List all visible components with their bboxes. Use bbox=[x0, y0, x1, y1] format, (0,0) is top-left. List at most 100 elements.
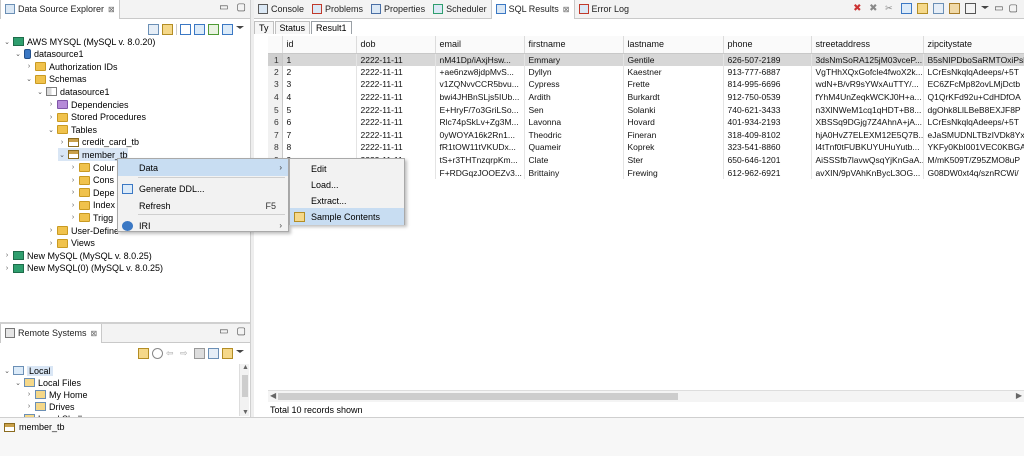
table-cell[interactable]: Burkardt bbox=[623, 90, 724, 104]
table-cell[interactable]: Koprek bbox=[623, 141, 724, 154]
menu-item-refresh[interactable]: Refresh F5 bbox=[118, 197, 288, 214]
table-cell[interactable]: 650-646-1201 bbox=[723, 153, 812, 167]
table-cell[interactable]: 7 bbox=[282, 128, 357, 142]
collapse-all-icon[interactable] bbox=[208, 347, 219, 359]
horizontal-scrollbar[interactable]: ◀ ▶ bbox=[268, 390, 1024, 402]
table-cell[interactable]: EC6ZFcMp82ovLMjDctb bbox=[923, 78, 1024, 91]
table-cell[interactable]: bwi4JHBnSLjs5IUb... bbox=[435, 90, 525, 104]
table-cell[interactable]: Quameir bbox=[524, 141, 624, 154]
tab-problems[interactable]: Problems bbox=[308, 0, 367, 19]
link-editor-icon[interactable] bbox=[222, 347, 233, 359]
table-cell[interactable]: +ae6nzw8jdpMvS... bbox=[435, 65, 525, 79]
table-cell[interactable]: 2222-11-11 bbox=[356, 90, 436, 104]
chevron-down-icon[interactable]: ⌄ bbox=[47, 126, 55, 134]
tab-properties[interactable]: Properties bbox=[367, 0, 429, 19]
table-cell[interactable]: Frette bbox=[623, 78, 724, 91]
chevron-right-icon[interactable]: › bbox=[58, 139, 66, 146]
column-header-lastname[interactable]: lastname bbox=[623, 36, 724, 54]
table-cell[interactable]: Gentile bbox=[623, 53, 724, 66]
submenu-item-extract[interactable]: Extract... bbox=[290, 192, 404, 209]
table-cell[interactable]: nM41Dp/iAxjHsw... bbox=[435, 53, 525, 66]
chevron-down-icon[interactable]: ⌄ bbox=[58, 151, 66, 159]
table-cell[interactable]: Solanki bbox=[623, 103, 724, 116]
view-menu-icon[interactable] bbox=[236, 350, 244, 356]
refresh-icon[interactable] bbox=[152, 347, 163, 359]
table-cell[interactable]: VgTHhXQxGofcle4fwoX2k... bbox=[811, 65, 924, 79]
tree-item-depe[interactable]: › Depe bbox=[69, 186, 115, 199]
close-icon[interactable]: ⊠ bbox=[91, 329, 98, 338]
column-header-phone[interactable]: phone bbox=[723, 36, 812, 54]
table-cell[interactable]: 6 bbox=[282, 115, 357, 129]
chevron-right-icon[interactable]: › bbox=[69, 189, 77, 196]
new-profile-icon[interactable] bbox=[222, 23, 233, 35]
table-cell[interactable]: AiSSSfb7lavwQsqYjKnGaA... bbox=[811, 153, 924, 167]
row-number-cell[interactable]: 4 bbox=[268, 90, 283, 104]
row-number-cell[interactable]: 1 bbox=[268, 53, 283, 66]
tree-item-aws-mysql-mysql-v-8-0-20[interactable]: ⌄ AWS MYSQL (MySQL v. 8.0.20) bbox=[3, 35, 155, 48]
minimize-icon[interactable]: ▭ bbox=[219, 2, 228, 13]
table-cell[interactable]: 2222-11-11 bbox=[356, 103, 436, 116]
row-number-cell[interactable]: 6 bbox=[268, 115, 283, 129]
table-row[interactable]: 2 2 2222-11-11 +ae6nzw8jdpMvS... Dyllyn Kaest… bbox=[268, 65, 1024, 79]
tab-data-source-explorer[interactable]: Data Source Explorer ⊠ bbox=[0, 0, 120, 19]
collapse-all-icon[interactable] bbox=[148, 23, 159, 35]
display-options-icon[interactable] bbox=[917, 3, 929, 14]
chevron-right-icon[interactable]: › bbox=[25, 63, 33, 70]
table-row[interactable]: 3 3 2222-11-11 v1ZQNvvCCR5bvu... Cypress Fret… bbox=[268, 78, 1024, 91]
chevron-down-icon[interactable]: ⌄ bbox=[3, 367, 11, 375]
submenu-item-sample-contents[interactable]: Sample Contents bbox=[290, 208, 404, 225]
table-cell[interactable]: 0yWOYA16k2Rn1... bbox=[435, 128, 525, 142]
table-cell[interactable]: Brittainy bbox=[524, 166, 624, 179]
table-cell[interactable]: Emmary bbox=[524, 53, 624, 66]
new-connection-icon[interactable] bbox=[208, 23, 219, 35]
maximize-icon[interactable]: ▢ bbox=[237, 2, 246, 13]
row-number-cell[interactable]: 3 bbox=[268, 78, 283, 91]
chevron-right-icon[interactable]: › bbox=[47, 227, 55, 234]
table-cell[interactable]: Ster bbox=[623, 153, 724, 167]
table-cell[interactable]: 2222-11-11 bbox=[356, 128, 436, 142]
table-cell[interactable]: 626-507-2189 bbox=[723, 53, 812, 66]
chevron-right-icon[interactable]: › bbox=[3, 252, 11, 259]
table-cell[interactable]: 2222-11-11 bbox=[356, 53, 436, 66]
table-cell[interactable]: 401-934-2193 bbox=[723, 115, 812, 129]
table-cell[interactable]: Sen bbox=[524, 103, 624, 116]
table-cell[interactable]: Clate bbox=[524, 153, 624, 167]
table-cell[interactable]: XBSSq9DGjg7Z4AhnA+jA... bbox=[811, 115, 924, 129]
maximize-icon[interactable]: ▢ bbox=[237, 326, 246, 337]
table-cell[interactable]: v1ZQNvvCCR5bvu... bbox=[435, 78, 525, 91]
chevron-right-icon[interactable]: › bbox=[25, 391, 33, 398]
table-cell[interactable]: 8 bbox=[282, 141, 357, 154]
table-cell[interactable]: LCrEsNkqlqAdeeps/+5T bbox=[923, 65, 1024, 79]
table-cell[interactable]: YKFy0KbI001VEC0KBGA bbox=[923, 141, 1024, 154]
table-cell[interactable]: 912-750-0539 bbox=[723, 90, 812, 104]
close-icon[interactable]: ⊠ bbox=[563, 5, 570, 14]
row-number-cell[interactable]: 2 bbox=[268, 65, 283, 79]
chevron-right-icon[interactable]: › bbox=[69, 202, 77, 209]
link-editor-icon[interactable] bbox=[162, 23, 173, 35]
tree-item-credit-card-tb[interactable]: › credit_card_tb bbox=[58, 136, 139, 149]
minimize-icon[interactable]: ▭ bbox=[994, 3, 1003, 14]
menu-item-generate-ddl[interactable]: Generate DDL... bbox=[118, 180, 288, 197]
terminate-icon[interactable]: ✖ bbox=[853, 3, 864, 14]
remove-all-icon[interactable]: ✖ bbox=[869, 3, 880, 14]
tree-item-stored-procedures[interactable]: › Stored Procedures bbox=[47, 111, 146, 124]
table-cell[interactable]: Kaestner bbox=[623, 65, 724, 79]
chevron-right-icon[interactable]: › bbox=[69, 214, 77, 221]
view-menu-icon[interactable] bbox=[981, 6, 990, 12]
table-cell[interactable]: 3dsNmSoRA125jM03vceP... bbox=[811, 53, 924, 66]
table-cell[interactable]: 5 bbox=[282, 103, 357, 116]
chevron-right-icon[interactable]: › bbox=[69, 177, 77, 184]
table-cell[interactable]: wdN+B/vR9sYWxAuTTY/... bbox=[811, 78, 924, 91]
table-cell[interactable]: 612-962-6921 bbox=[723, 166, 812, 179]
table-cell[interactable]: 4 bbox=[282, 90, 357, 104]
home-icon[interactable] bbox=[194, 347, 205, 359]
table-cell[interactable]: 740-621-3433 bbox=[723, 103, 812, 116]
column-header-streetaddress[interactable]: streetaddress bbox=[811, 36, 924, 54]
back-icon[interactable]: ⇦ bbox=[166, 348, 177, 359]
table-cell[interactable]: n3XlNWeM1cq1qHDT+B8... bbox=[811, 103, 924, 116]
chevron-right-icon[interactable]: › bbox=[3, 265, 11, 272]
filter-icon[interactable] bbox=[180, 23, 191, 35]
submenu-item-load[interactable]: Load... bbox=[290, 176, 404, 193]
remote-vertical-scrollbar[interactable]: ▲ ▼ bbox=[239, 364, 249, 416]
table-cell[interactable]: Ardith bbox=[524, 90, 624, 104]
